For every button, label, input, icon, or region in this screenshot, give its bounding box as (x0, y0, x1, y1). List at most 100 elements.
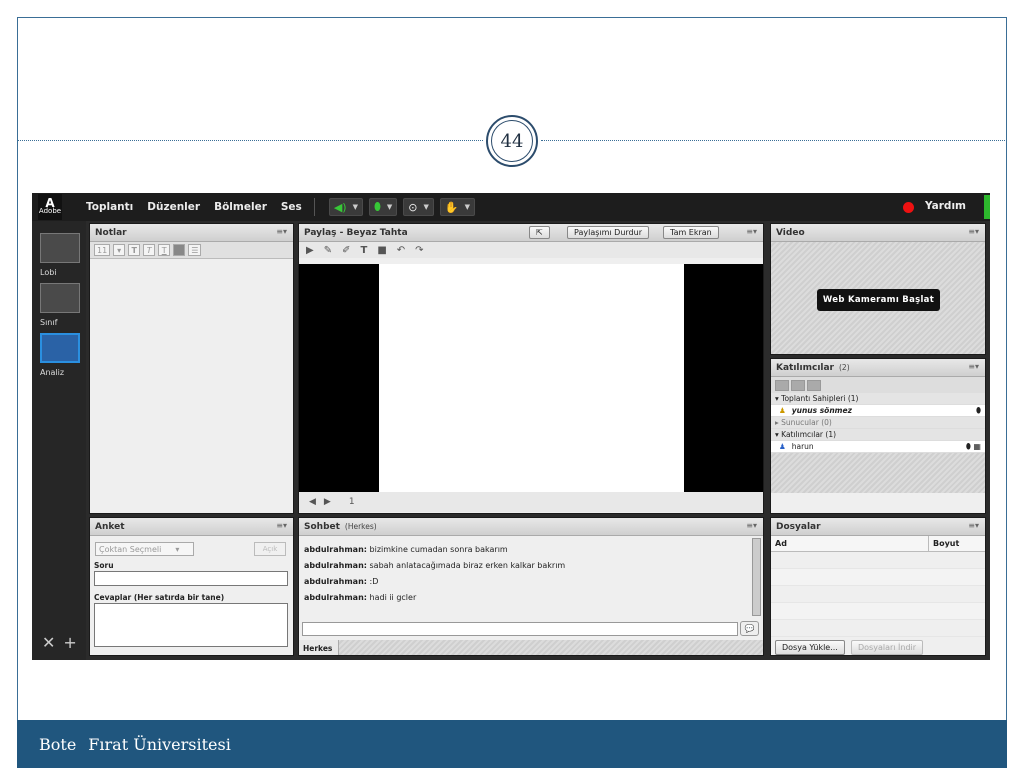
menu-audio[interactable]: Ses (281, 201, 302, 213)
chat-scope: (Herkes) (344, 522, 377, 531)
column-size[interactable]: Boyut (929, 536, 959, 551)
webcam-icon: ⊙ (408, 200, 418, 214)
pod-menu-icon[interactable]: ≡▾ (968, 227, 979, 236)
layout-label: Sınıf (40, 318, 58, 327)
layout-classroom[interactable]: Sınıf (40, 283, 80, 327)
whiteboard-canvas[interactable] (379, 264, 684, 492)
attendee-name: yunus sönmez (791, 406, 852, 415)
record-indicator-icon[interactable] (903, 202, 914, 213)
pod-title: Notlar (95, 227, 127, 238)
group-participants[interactable]: ▾ Katılımcılar (1) (771, 429, 985, 441)
list-view-icon[interactable] (775, 379, 789, 391)
breakout-icon[interactable] (791, 379, 805, 391)
send-message-button[interactable]: 💬 (740, 621, 759, 636)
message-sender: abdulrahman: (304, 577, 367, 586)
participant-user-icon: ♟ (779, 442, 786, 451)
video-area: Web Kameramı Başlat (771, 242, 985, 354)
font-size-select[interactable]: 11 (94, 244, 111, 256)
poll-type-select[interactable]: Çoktan Seçmeli ▾ (95, 542, 194, 556)
raise-hand-button[interactable]: ✋ ▼ (439, 198, 475, 216)
message-text: hadi ii gcler (369, 593, 417, 602)
chevron-down-icon: ▾ (175, 544, 180, 554)
files-pod: Dosyalar ≡▾ Ad Boyut Dosya Yükle... Dosya… (770, 517, 986, 656)
group-hosts[interactable]: ▾ Toplantı Sahipleri (1) (771, 393, 985, 405)
prev-page-icon[interactable]: ◀ (309, 497, 316, 507)
attendee-row[interactable]: ♟ yunus sönmez ⬮ (771, 405, 985, 417)
chat-scrollbar[interactable] (752, 538, 761, 616)
settings-tools-icon[interactable]: ✕ (42, 633, 63, 652)
bullet-list-icon[interactable]: ☰ (188, 244, 202, 256)
menu-layouts[interactable]: Düzenler (147, 201, 200, 213)
attendee-row[interactable]: ♟ harun ⬮ ▦ (771, 441, 985, 453)
pod-header: Notlar ≡▾ (90, 224, 293, 242)
pod-menu-icon[interactable]: ≡▾ (746, 227, 757, 236)
italic-icon[interactable]: T (143, 244, 156, 256)
bold-icon[interactable]: T (128, 244, 141, 256)
pod-menu-icon[interactable]: ≡▾ (968, 362, 979, 371)
underline-icon[interactable]: T (158, 244, 171, 256)
file-row (771, 620, 985, 637)
share-pod: Paylaş - Beyaz Tahta ⇱ Paylaşımı Durdur … (298, 223, 764, 514)
pod-menu-icon[interactable]: ≡▾ (746, 521, 757, 530)
undo-icon[interactable]: ↶ (397, 245, 405, 256)
speaker-icon: ◀) (333, 200, 347, 214)
microphone-button[interactable]: ⬮ ▼ (368, 198, 398, 216)
message-text: bizimkine cumadan sonra bakarım (369, 545, 508, 554)
message-text: sabah anlatacağımada biraz erken kalkar … (369, 561, 566, 570)
text-tool-icon[interactable]: T (360, 245, 367, 256)
raise-hand-icon: ✋ (444, 200, 459, 214)
connection-status-bar (984, 195, 990, 219)
pointer-icon: ⇱ (536, 228, 543, 237)
menu-meeting[interactable]: Toplantı (86, 201, 133, 213)
attendee-count: (2) (839, 363, 850, 372)
fullscreen-button[interactable]: Tam Ekran (663, 226, 719, 239)
pencil-tool-icon[interactable]: ✎ (324, 245, 332, 256)
footer-short: Bote (39, 734, 77, 754)
upload-file-button[interactable]: Dosya Yükle... (775, 640, 845, 655)
answers-input[interactable] (94, 603, 288, 647)
chat-message: abdulrahman: :D (304, 574, 763, 590)
question-input[interactable] (94, 571, 288, 586)
group-presenters[interactable]: ▸ Sunucular (0) (771, 417, 985, 429)
menu-pods[interactable]: Bölmeler (214, 201, 267, 213)
notes-toolbar: 11 ▾ T T T ☰ (90, 242, 293, 259)
attendees-toolbar (771, 377, 985, 393)
highlighter-tool-icon[interactable]: ✐ (342, 245, 350, 256)
start-webcam-button[interactable]: Web Kameramı Başlat (817, 289, 940, 311)
poll-open-button[interactable]: Açık (254, 542, 286, 556)
color-swatch-icon[interactable] (173, 244, 186, 256)
select-tool-icon[interactable]: ▶ (306, 245, 314, 256)
help-menu[interactable]: Yardım (925, 200, 966, 212)
message-sender: abdulrahman: (304, 561, 367, 570)
pod-title: Paylaş - Beyaz Tahta (304, 227, 408, 238)
chat-tab-everyone[interactable]: Herkes (299, 640, 339, 655)
group-label: Sunucular (0) (781, 418, 832, 427)
slide-footer: Bote Fırat Üniversitesi (17, 720, 1007, 768)
layout-lobby[interactable]: Lobi (40, 233, 80, 277)
sort-icon[interactable] (807, 379, 821, 391)
file-row (771, 603, 985, 620)
status-icon: ⬮ ▦ (965, 441, 981, 451)
redo-icon[interactable]: ↷ (415, 245, 423, 256)
pod-menu-icon[interactable]: ≡▾ (968, 521, 979, 530)
host-user-icon: ♟ (779, 406, 786, 415)
webcam-button[interactable]: ⊙ ▼ (403, 198, 434, 216)
column-name[interactable]: Ad (771, 536, 929, 551)
pointer-button[interactable]: ⇱ (529, 226, 550, 239)
video-pod: Video ≡▾ Web Kameramı Başlat (770, 223, 986, 355)
next-page-icon[interactable]: ▶ (324, 497, 331, 507)
layout-thumbnail (40, 233, 80, 263)
pod-menu-icon[interactable]: ≡▾ (276, 521, 287, 530)
font-size-dropdown-icon[interactable]: ▾ (113, 244, 126, 256)
chat-input[interactable] (302, 622, 738, 636)
pod-menu-icon[interactable]: ≡▾ (276, 227, 287, 236)
layout-analysis[interactable]: Analiz (40, 333, 80, 377)
stop-sharing-button[interactable]: Paylaşımı Durdur (567, 226, 649, 239)
shape-tool-icon[interactable]: ■ (377, 245, 386, 256)
chat-pod: Sohbet (Herkes) ≡▾ abdulrahman: bizimkine … (298, 517, 764, 656)
download-files-button[interactable]: Dosyaları İndir (851, 640, 924, 655)
notes-pod: Notlar ≡▾ 11 ▾ T T T ☰ (89, 223, 294, 514)
group-label: Toplantı Sahipleri (1) (781, 394, 859, 403)
speaker-button[interactable]: ◀) ▼ (328, 198, 363, 216)
add-layout-icon[interactable]: + (63, 633, 84, 652)
